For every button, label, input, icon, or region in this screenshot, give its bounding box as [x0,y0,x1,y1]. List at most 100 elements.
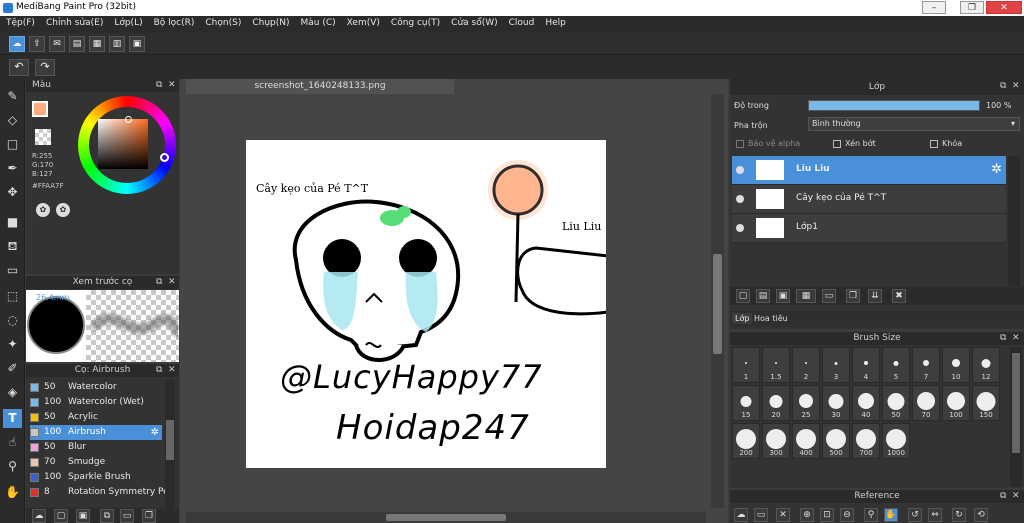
brush-size-option[interactable]: 1000 [882,423,910,459]
color-wheel[interactable] [78,96,176,194]
menu-snap[interactable]: Chụp(N) [246,16,294,28]
bucket-tool-icon[interactable]: ⛾ [3,237,22,256]
zoom-out-icon[interactable]: ⊖ [840,508,854,522]
text-tool-icon[interactable]: T [3,409,22,428]
brush-size-option[interactable]: 7 [912,347,940,383]
hand-tool-icon[interactable]: ✋ [3,483,22,502]
protect-alpha-checkbox[interactable] [736,140,744,148]
comment-icon[interactable]: ✉ [49,36,65,52]
panel-popout-icon[interactable]: ⧉ [1000,491,1006,501]
close-icon[interactable]: ✕ [776,508,790,522]
brush-item[interactable]: 70 Smudge [30,455,162,470]
redo-icon[interactable]: ↷ [35,59,55,76]
brush-size-option[interactable]: 5 [882,347,910,383]
brush-size-option[interactable]: 15 [732,385,760,421]
select-pen-tool-icon[interactable]: ✐ [3,359,22,378]
hue-picker-handle[interactable] [160,153,169,162]
panel-close-icon[interactable]: ✕ [168,80,176,90]
menu-cloud[interactable]: Cloud [503,16,540,28]
brush-size-option[interactable]: 4 [852,347,880,383]
brush-size-scrollbar[interactable] [1010,347,1022,487]
opacity-slider[interactable] [808,100,980,111]
new-halftone-layer-icon[interactable]: ▤ [756,289,770,303]
brush-item[interactable]: 100 Airbrush ✲ [30,425,162,440]
brush-list-scrollbar[interactable] [165,380,175,508]
brush-size-option[interactable]: 100 [942,385,970,421]
brush-size-option[interactable]: 70 [912,385,940,421]
saturation-value-square[interactable] [98,119,148,169]
menu-color[interactable]: Màu (C) [295,16,341,28]
panel-close-icon[interactable]: ✕ [168,277,176,287]
brush-size-option[interactable]: 300 [762,423,790,459]
fit-icon[interactable]: ⊡ [820,508,834,522]
panel-popout-icon[interactable]: ⧉ [156,80,162,90]
brush-size-option[interactable]: 2 [792,347,820,383]
layout-icon[interactable]: ▣ [129,36,145,52]
eraser-tool-icon[interactable]: ◇ [3,111,22,130]
document-icon[interactable]: ▦ [89,36,105,52]
close-button[interactable]: ✕ [986,1,1022,14]
copy-icon[interactable]: ❐ [142,509,156,523]
rotate-left-icon[interactable]: ↺ [908,508,922,522]
gear-icon[interactable]: ✲ [151,425,159,440]
layer-row-liuliu[interactable]: Liu Liu ✲ [732,156,1006,185]
pen-tool-icon[interactable]: ✒ [3,159,22,178]
layer-list-scrollbar[interactable] [1008,156,1020,286]
menu-filter[interactable]: Bộ lọc(R) [148,16,200,28]
select-rect-tool-icon[interactable]: ⬚ [3,287,22,306]
page-icon[interactable]: ▤ [69,36,85,52]
folder-open-icon[interactable]: ▭ [754,508,768,522]
brush-size-option[interactable]: 50 [882,385,910,421]
operation-tool-icon[interactable]: ☝ [3,433,22,452]
foreground-color-swatch[interactable] [32,101,48,117]
reset-icon[interactable]: ⟲ [974,508,988,522]
palette-settings-icon[interactable]: ✿ [56,203,70,217]
cloud-brush-icon[interactable]: ☁ [32,509,46,523]
brush-item[interactable]: 8 Rotation Symmetry Pen [30,485,174,500]
brush-size-option[interactable]: 20 [762,385,790,421]
duplicate-layer-icon[interactable]: ❐ [846,289,860,303]
folder-icon[interactable]: ▭ [822,289,836,303]
menu-edit[interactable]: Chỉnh sửa(E) [40,16,108,28]
lasso-tool-icon[interactable]: ◌ [3,311,22,330]
eye-icon[interactable] [736,224,744,232]
brush-size-option[interactable]: 1.5 [762,347,790,383]
brush-tool-icon[interactable]: ✎ [3,87,22,106]
menu-select[interactable]: Chọn(S) [199,16,246,28]
select-eraser-tool-icon[interactable]: ◈ [3,383,22,402]
tab-navigator[interactable]: Hoa tiêu [754,314,788,323]
new-layer-icon[interactable]: ▢ [736,289,750,303]
menu-tools[interactable]: Công cụ(T) [385,16,445,28]
brush-size-option[interactable]: 12 [972,347,1000,383]
panel-close-icon[interactable]: ✕ [1012,333,1020,343]
zoom-in-icon[interactable]: ⊕ [800,508,814,522]
brush-size-option[interactable]: 3 [822,347,850,383]
drawing-canvas[interactable]: Cây kẹo của Pé T^T Liu Liu @LucyHappy77 … [246,140,606,468]
background-color-swatch[interactable] [35,129,51,145]
gradient-tool-icon[interactable]: ▭ [3,261,22,280]
brush-size-option[interactable]: 200 [732,423,760,459]
brush-item[interactable]: 100 Watercolor (Wet) [30,395,162,410]
panel-popout-icon[interactable]: ⧉ [1000,81,1006,91]
tab-layer[interactable]: Lớp [732,313,753,324]
duplicate-brush-icon[interactable]: ⧉ [100,509,114,523]
share-icon[interactable]: ⇪ [29,36,45,52]
panel-close-icon[interactable]: ✕ [1012,81,1020,91]
eye-icon[interactable] [736,195,744,203]
color-picker-handle[interactable] [125,116,132,123]
blend-mode-select[interactable]: Bình thường ▾ [808,117,1020,131]
flip-icon[interactable]: ⇔ [928,508,942,522]
brush-size-option[interactable]: 700 [852,423,880,459]
menu-layer[interactable]: Lớp(L) [108,16,147,28]
rotate-right-icon[interactable]: ↻ [952,508,966,522]
panel-popout-icon[interactable]: ⧉ [1000,333,1006,343]
panel-popout-icon[interactable]: ⧉ [156,277,162,287]
menu-file[interactable]: Tệp(F) [0,16,40,28]
merge-layer-icon[interactable]: ⇊ [868,289,882,303]
menu-help[interactable]: Help [539,16,571,28]
cloud-icon[interactable]: ☁ [9,36,25,52]
grid-icon[interactable]: ▥ [109,36,125,52]
brush-item[interactable]: 50 Watercolor [30,380,162,395]
cloud-icon[interactable]: ☁ [734,508,748,522]
rectangle-tool-icon[interactable]: □ [3,135,22,154]
